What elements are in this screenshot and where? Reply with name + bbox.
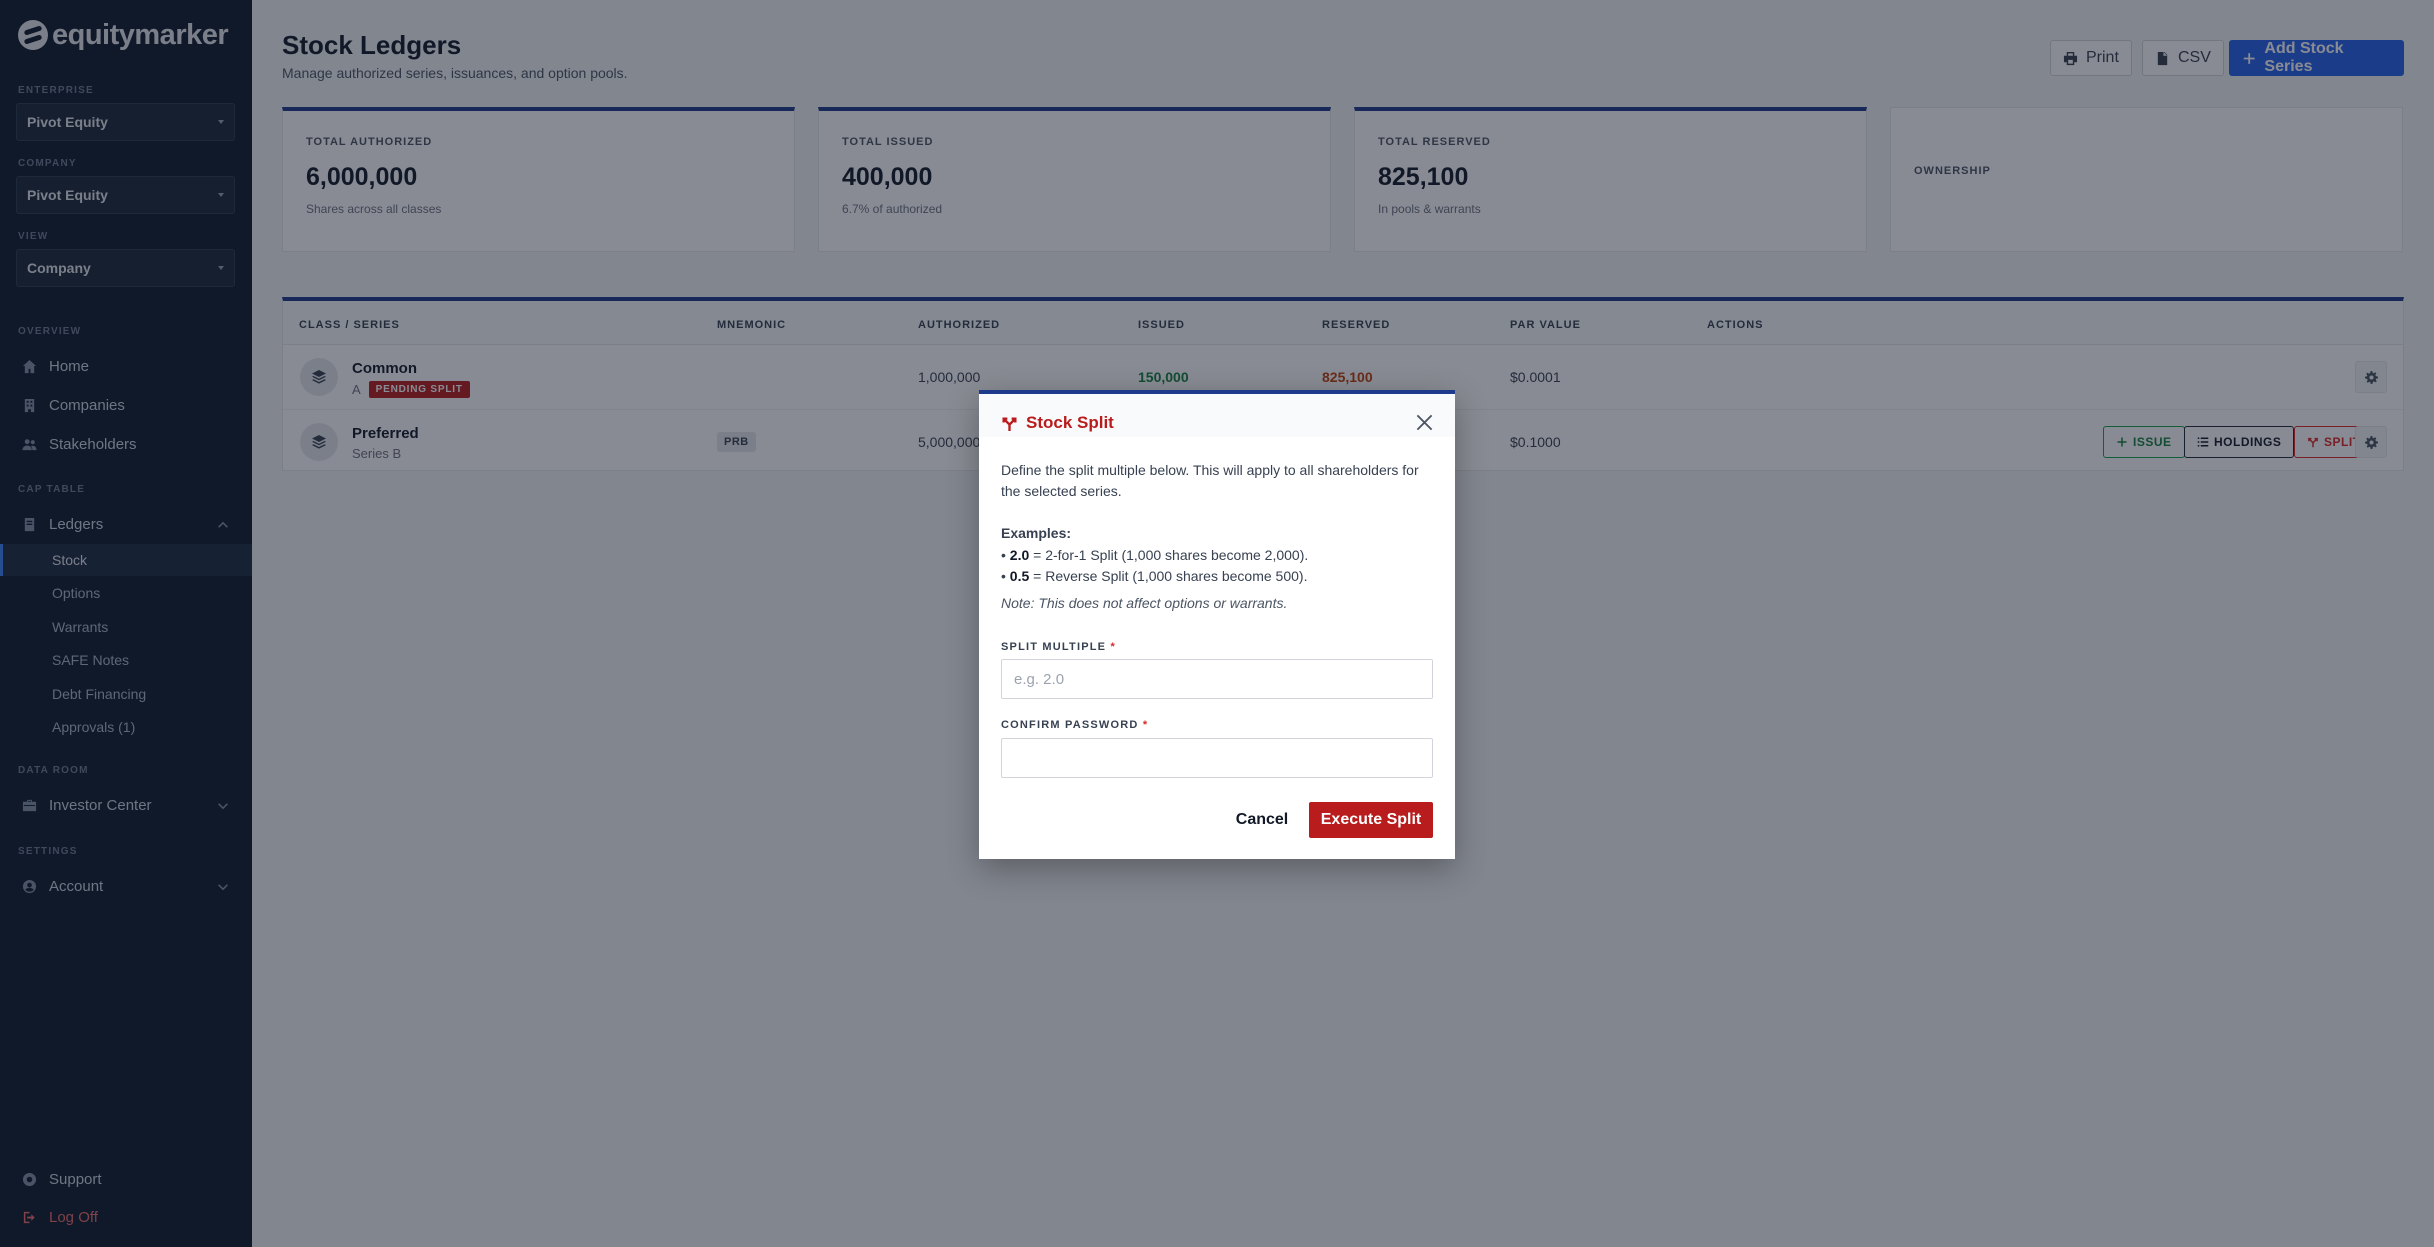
example-text: = 2-for-1 Split (1,000 shares become 2,0… — [1029, 547, 1309, 563]
modal-description: Define the split multiple below. This wi… — [1001, 462, 1419, 499]
example-text: = Reverse Split (1,000 shares become 500… — [1029, 568, 1308, 584]
modal-title-text: Stock Split — [1026, 413, 1114, 432]
execute-split-button[interactable]: Execute Split — [1309, 802, 1433, 838]
stock-split-modal: Stock Split Define the split multiple be… — [979, 390, 1455, 859]
example-line: • 2.0 = 2-for-1 Split (1,000 shares beco… — [1001, 547, 1309, 563]
split-multiple-input[interactable] — [1001, 659, 1433, 699]
close-icon[interactable] — [1415, 413, 1434, 432]
example-line: • 0.5 = Reverse Split (1,000 shares beco… — [1001, 568, 1308, 584]
modal-title: Stock Split — [1001, 413, 1114, 433]
examples-title: Examples: — [1001, 525, 1072, 541]
required-mark: * — [1142, 719, 1149, 731]
example-value: 0.5 — [1009, 568, 1030, 584]
example-value: 2.0 — [1009, 547, 1030, 563]
confirm-password-label: CONFIRM PASSWORD * — [1001, 719, 1149, 731]
split-icon — [1002, 417, 1017, 431]
confirm-password-input[interactable] — [1001, 738, 1433, 778]
cancel-button[interactable]: Cancel — [1225, 802, 1299, 838]
required-mark: * — [1110, 641, 1116, 653]
split-multiple-label: SPLIT MULTIPLE * — [1001, 641, 1116, 653]
modal-note: Note: This does not affect options or wa… — [1001, 595, 1288, 611]
